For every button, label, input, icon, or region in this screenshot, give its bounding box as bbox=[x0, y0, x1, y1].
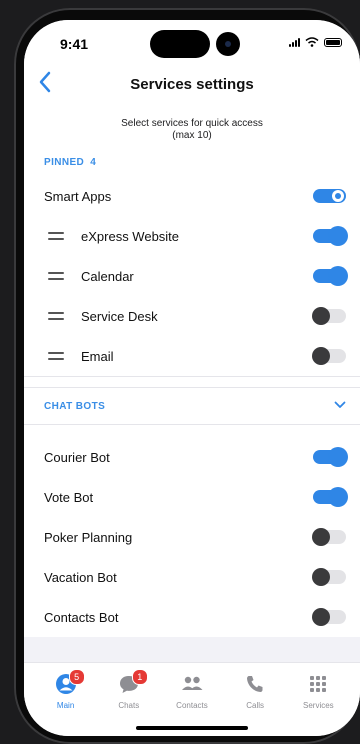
service-label: Service Desk bbox=[81, 308, 158, 324]
grid-icon bbox=[289, 673, 347, 695]
service-label: Vote Bot bbox=[44, 489, 94, 505]
chat-bubble-icon: 1 bbox=[100, 669, 158, 695]
services-list: Select services for quick access (max 10… bbox=[24, 104, 360, 637]
drag-handle-icon[interactable] bbox=[48, 272, 64, 280]
camera-icon bbox=[216, 32, 240, 56]
battery-icon bbox=[324, 37, 342, 47]
status-icons bbox=[289, 37, 342, 47]
status-time: 9:41 bbox=[60, 36, 89, 52]
contacts-icon bbox=[163, 673, 221, 695]
pinned-label: PINNED bbox=[44, 156, 85, 168]
tab-main[interactable]: 5 Main bbox=[37, 663, 95, 710]
tab-label: Main bbox=[56, 701, 75, 710]
signal-icon bbox=[289, 37, 300, 47]
hint-line-2: (max 10) bbox=[172, 130, 212, 141]
phone-icon bbox=[226, 673, 284, 695]
service-label: Contacts Bot bbox=[44, 609, 119, 625]
service-label: Courier Bot bbox=[44, 449, 110, 465]
drag-handle-icon[interactable] bbox=[48, 232, 64, 240]
service-row-courier-bot[interactable]: Courier Bot bbox=[24, 437, 360, 477]
tab-bar: 5 Main 1 Chats Contacts Calls Services bbox=[24, 662, 360, 736]
toggle-switch[interactable] bbox=[312, 528, 346, 546]
user-circle-icon: 5 bbox=[37, 669, 95, 695]
service-row-smart-apps[interactable]: Smart Apps bbox=[24, 176, 360, 216]
toggle-knob bbox=[312, 347, 330, 365]
service-row-vote-bot[interactable]: Vote Bot bbox=[24, 477, 360, 517]
section-divider bbox=[24, 376, 360, 388]
toggle-knob bbox=[312, 528, 330, 546]
chat-bots-label: CHAT BOTS bbox=[44, 400, 106, 412]
service-row-service-desk[interactable]: Service Desk bbox=[24, 296, 360, 336]
service-row-express-website[interactable]: eXpress Website bbox=[24, 216, 360, 256]
hint-line-1: Select services for quick access bbox=[121, 118, 263, 129]
page-title: Services settings bbox=[130, 76, 254, 93]
nav-bar: Services settings bbox=[24, 64, 360, 104]
service-row-vacation-bot[interactable]: Vacation Bot bbox=[24, 557, 360, 597]
drag-handle-icon[interactable] bbox=[48, 352, 64, 360]
tab-services[interactable]: Services bbox=[289, 663, 347, 710]
drag-handle-icon[interactable] bbox=[48, 312, 64, 320]
service-label: Calendar bbox=[81, 268, 134, 284]
home-indicator bbox=[136, 726, 248, 730]
service-row-contacts-bot[interactable]: Contacts Bot bbox=[24, 597, 360, 637]
toggle-switch[interactable] bbox=[313, 227, 347, 245]
toggle-switch[interactable] bbox=[312, 347, 346, 365]
service-row-calendar[interactable]: Calendar bbox=[24, 256, 360, 296]
tab-label: Services bbox=[303, 701, 334, 710]
toggle-switch[interactable] bbox=[313, 267, 347, 285]
notification-badge: 1 bbox=[131, 669, 148, 685]
chat-bots-section-header[interactable]: CHAT BOTS bbox=[24, 388, 360, 425]
toggle-knob bbox=[312, 608, 330, 626]
toggle-knob bbox=[312, 307, 330, 325]
toggle-knob bbox=[312, 568, 330, 586]
toggle-switch[interactable] bbox=[312, 307, 346, 325]
toggle-knob bbox=[329, 488, 347, 506]
service-label: Email bbox=[81, 348, 114, 364]
service-label: eXpress Website bbox=[81, 228, 180, 244]
toggle-switch[interactable] bbox=[312, 608, 346, 626]
wifi-icon bbox=[305, 37, 319, 47]
pinned-count: 4 bbox=[90, 156, 97, 168]
service-label: Poker Planning bbox=[44, 529, 133, 545]
toggle-switch[interactable] bbox=[313, 488, 347, 506]
toggle-knob bbox=[332, 190, 344, 202]
pinned-list: Smart Apps eXpress Website Calendar Service… bbox=[24, 176, 360, 376]
tab-calls[interactable]: Calls bbox=[226, 663, 284, 710]
toggle-knob bbox=[329, 227, 347, 245]
dynamic-island bbox=[150, 30, 210, 58]
service-label: Vacation Bot bbox=[44, 569, 117, 585]
tab-label: Calls bbox=[246, 701, 265, 710]
tab-label: Contacts bbox=[176, 701, 208, 710]
pinned-section-header: PINNED 4 bbox=[24, 148, 360, 176]
tab-label: Chats bbox=[118, 701, 140, 710]
hint-text: Select services for quick access (max 10… bbox=[24, 104, 360, 148]
toggle-switch[interactable] bbox=[312, 568, 346, 586]
service-row-email[interactable]: Email bbox=[24, 336, 360, 376]
tab-chats[interactable]: 1 Chats bbox=[100, 663, 158, 710]
service-label: Smart Apps bbox=[44, 188, 112, 204]
toggle-knob bbox=[329, 267, 347, 285]
toggle-switch[interactable] bbox=[313, 448, 347, 466]
chevron-down-icon[interactable] bbox=[334, 401, 346, 409]
toggle-knob bbox=[329, 448, 347, 466]
service-row-poker-planning[interactable]: Poker Planning bbox=[24, 517, 360, 557]
phone-screen: 9:41 Services settings Select services f… bbox=[24, 20, 360, 736]
notification-badge: 5 bbox=[68, 669, 85, 685]
chat-bots-list: Courier Bot Vote Bot Poker Planning Vacatio… bbox=[24, 425, 360, 637]
tab-contacts[interactable]: Contacts bbox=[163, 663, 221, 710]
toggle-switch[interactable] bbox=[313, 189, 346, 203]
status-bar: 9:41 bbox=[24, 20, 360, 64]
